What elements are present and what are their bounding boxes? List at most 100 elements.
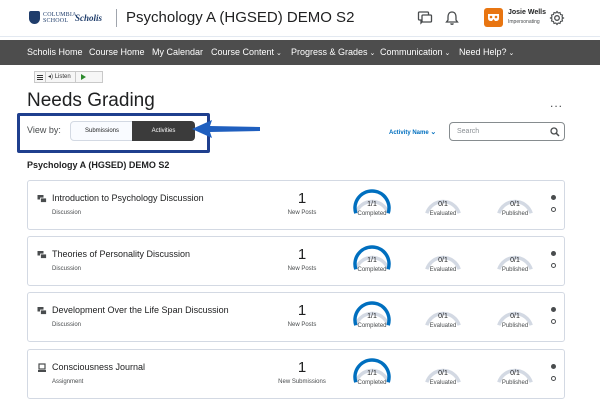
course-title[interactable]: Psychology A (HGSED) DEMO S2: [126, 9, 354, 26]
evaluated-value: 0/1: [438, 370, 448, 377]
new-count-label: New Submissions: [278, 379, 326, 385]
evaluated-value: 0/1: [438, 313, 448, 320]
activity-name-link[interactable]: Theories of Personality Discussion: [52, 249, 190, 259]
discussion-icon: [37, 195, 47, 203]
listen-menu-icon[interactable]: [35, 72, 46, 82]
evaluated-label: Evaluated: [429, 380, 457, 386]
search-input[interactable]: Search: [449, 122, 565, 141]
published-value: 0/1: [510, 201, 520, 208]
search-placeholder: Search: [457, 128, 480, 135]
new-count[interactable]: 1: [272, 246, 332, 263]
status-dot-empty[interactable]: [551, 376, 556, 381]
activity-name-link[interactable]: Consciousness Journal: [52, 362, 145, 372]
published-gauge[interactable]: 0/1 Published: [495, 245, 535, 279]
activity-card: Introduction to Psychology Discussion Dis…: [27, 180, 565, 230]
evaluated-gauge[interactable]: 0/1 Evaluated: [423, 358, 463, 392]
discussion-icon: [37, 251, 47, 259]
header-divider: [116, 9, 117, 27]
listen-button[interactable]: ◂) Listen: [46, 72, 76, 82]
chevron-down-icon: ⌄: [276, 50, 282, 57]
completed-label: Completed: [357, 211, 387, 217]
chevron-down-icon: ⌄: [430, 129, 437, 136]
nav-progress-grades[interactable]: Progress & Grades ⌄: [291, 47, 375, 57]
course-navbar: Scholis Home Course Home My Calendar Cou…: [0, 40, 600, 65]
published-label: Published: [501, 323, 529, 329]
evaluated-label: Evaluated: [429, 211, 457, 217]
chevron-down-icon: ⌄: [369, 50, 376, 57]
user-avatar[interactable]: [484, 8, 503, 27]
play-icon[interactable]: [80, 74, 86, 80]
new-count-label: New Posts: [287, 266, 317, 272]
listen-toolbar: ◂) Listen: [34, 71, 103, 83]
nav-course-content[interactable]: Course Content ⌄: [211, 47, 282, 57]
sort-activity-name-dropdown[interactable]: Activity Name ⌄: [389, 128, 436, 136]
published-gauge[interactable]: 0/1 Published: [495, 301, 535, 335]
chevron-down-icon: ⌄: [444, 50, 451, 57]
nav-communication[interactable]: Communication ⌄: [380, 47, 450, 57]
more-options-button[interactable]: ...: [550, 96, 563, 110]
completed-gauge[interactable]: 1/1 Completed: [352, 358, 392, 392]
activity-type: Assignment: [52, 379, 84, 385]
discussion-icon: [37, 307, 47, 315]
new-count-label: New Posts: [287, 322, 317, 328]
activity-name-link[interactable]: Development Over the Life Span Discussio…: [52, 305, 229, 315]
message-alerts-icon[interactable]: [417, 10, 433, 26]
assignment-icon: [38, 363, 46, 372]
status-dot-empty[interactable]: [551, 263, 556, 268]
activity-type: Discussion: [52, 266, 82, 272]
logo-brand-text: Scholis: [75, 12, 103, 23]
user-role: Impersonating: [508, 19, 540, 25]
logo-school-text: COLUMBIA SCHOOL: [43, 11, 77, 24]
published-gauge[interactable]: 0/1 Published: [495, 358, 535, 392]
completed-label: Completed: [357, 267, 387, 273]
status-dot-filled[interactable]: [551, 364, 556, 369]
completed-value: 1/1: [367, 257, 377, 264]
nav-scholis-home[interactable]: Scholis Home: [27, 47, 83, 57]
chevron-down-icon: ⌄: [508, 50, 515, 57]
search-icon[interactable]: [550, 127, 560, 137]
published-value: 0/1: [510, 370, 520, 377]
view-activities-button[interactable]: Activities: [132, 121, 195, 141]
status-dot-empty[interactable]: [551, 319, 556, 324]
school-logo[interactable]: COLUMBIA SCHOOL Scholis: [29, 11, 102, 24]
evaluated-label: Evaluated: [429, 323, 457, 329]
evaluated-label: Evaluated: [429, 267, 457, 273]
evaluated-value: 0/1: [438, 201, 448, 208]
completed-value: 1/1: [367, 313, 377, 320]
nav-course-home[interactable]: Course Home: [89, 47, 145, 57]
new-count[interactable]: 1: [272, 190, 332, 207]
activity-type: Discussion: [52, 210, 82, 216]
nav-my-calendar[interactable]: My Calendar: [152, 47, 203, 57]
notifications-bell-icon[interactable]: [444, 10, 460, 26]
status-dot-filled[interactable]: [551, 307, 556, 312]
new-count[interactable]: 1: [272, 359, 332, 376]
completed-label: Completed: [357, 380, 387, 386]
view-submissions-button[interactable]: Submissions: [71, 122, 133, 140]
published-gauge[interactable]: 0/1 Published: [495, 189, 535, 223]
completed-gauge[interactable]: 1/1 Completed: [352, 245, 392, 279]
completed-value: 1/1: [367, 201, 377, 208]
status-dot-filled[interactable]: [551, 251, 556, 256]
top-header: COLUMBIA SCHOOL Scholis Psychology A (HG…: [0, 0, 600, 37]
activity-card: Consciousness Journal Assignment 1 New Subm…: [27, 349, 565, 399]
school-crest-icon: [29, 11, 40, 24]
status-dot-filled[interactable]: [551, 195, 556, 200]
completed-label: Completed: [357, 323, 387, 329]
evaluated-gauge[interactable]: 0/1 Evaluated: [423, 245, 463, 279]
evaluated-value: 0/1: [438, 257, 448, 264]
settings-gear-icon[interactable]: [549, 10, 565, 26]
user-name[interactable]: Josie Wells: [508, 9, 546, 16]
evaluated-gauge[interactable]: 0/1 Evaluated: [423, 189, 463, 223]
published-label: Published: [501, 267, 529, 273]
nav-need-help[interactable]: Need Help? ⌄: [459, 47, 514, 57]
view-by-toggle: Submissions Activities: [70, 121, 195, 141]
published-label: Published: [501, 380, 529, 386]
status-dot-empty[interactable]: [551, 207, 556, 212]
activity-card: Theories of Personality Discussion Discus…: [27, 236, 565, 286]
new-count[interactable]: 1: [272, 302, 332, 319]
completed-gauge[interactable]: 1/1 Completed: [352, 301, 392, 335]
evaluated-gauge[interactable]: 0/1 Evaluated: [423, 301, 463, 335]
completed-gauge[interactable]: 1/1 Completed: [352, 189, 392, 223]
view-by-label: View by:: [27, 125, 61, 135]
activity-name-link[interactable]: Introduction to Psychology Discussion: [52, 193, 204, 203]
